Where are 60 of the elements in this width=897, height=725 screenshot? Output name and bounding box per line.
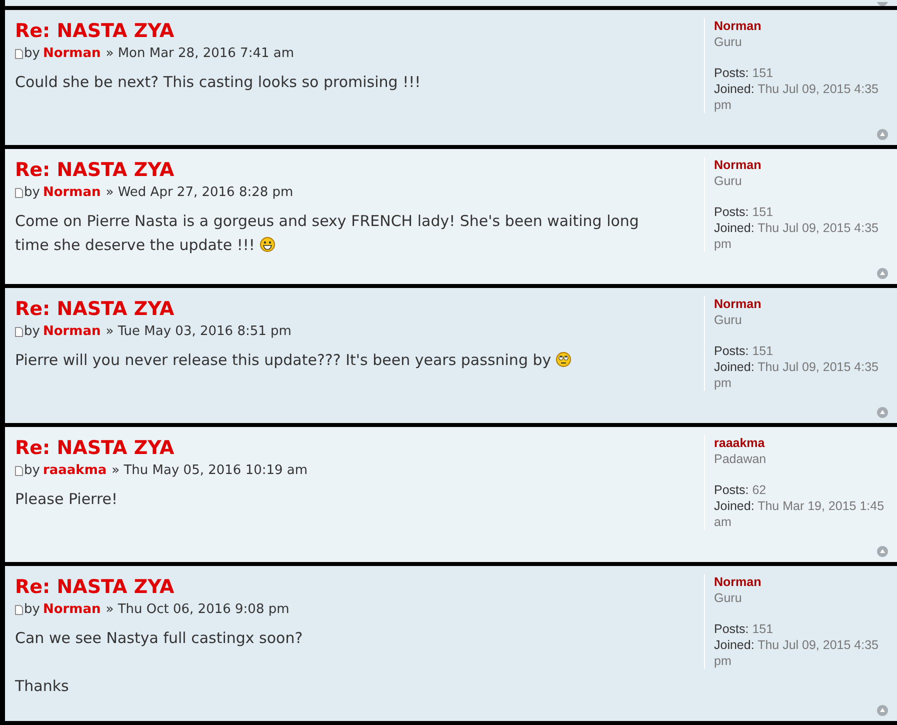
user-rank: Guru [714, 173, 743, 189]
post-text: time she deserve the update !!! [15, 236, 255, 254]
user-rank: Padawan [714, 451, 768, 467]
back-to-top-icon[interactable] [877, 2, 888, 6]
author-link[interactable]: raaakma [42, 463, 107, 478]
post-count-info: Posts: 151 [714, 621, 774, 637]
joined-info: Joined: Thu Jul 09, 2015 4:35 pm [714, 81, 880, 113]
joined-info: Joined: Thu Jul 09, 2015 4:35 pm [714, 637, 880, 669]
by-label: by [24, 185, 40, 200]
profile-username[interactable]: Norman [714, 18, 897, 34]
post-title[interactable]: Re: NASTA ZYA [15, 296, 696, 322]
back-to-top-icon[interactable] [877, 705, 888, 716]
post-text: Could she be next? This casting looks so promising !!! [15, 73, 421, 91]
by-label: by [24, 463, 40, 478]
joined-info: Joined: Thu Jul 09, 2015 4:35 pm [714, 220, 880, 252]
post-text: Come on Pierre Nasta is a gorgeus and sexy FRENCH lady! She's been waiting long [15, 212, 639, 230]
post-icon[interactable] [15, 188, 23, 198]
post-date: » Thu May 05, 2016 10:19 am [112, 463, 308, 478]
post-text: Thanks [15, 677, 69, 695]
profile-username[interactable]: Norman [714, 157, 897, 173]
post-icon[interactable] [15, 48, 23, 58]
post-date: » Wed Apr 27, 2016 8:28 pm [106, 185, 294, 200]
post-date: » Thu Oct 06, 2016 9:08 pm [106, 602, 290, 617]
author-link[interactable]: Norman [42, 602, 101, 617]
back-to-top-icon[interactable] [877, 407, 888, 418]
author-link[interactable]: Norman [42, 46, 101, 61]
author-link[interactable]: Norman [42, 185, 101, 200]
post-title[interactable]: Re: NASTA ZYA [15, 435, 696, 461]
author-link[interactable]: Norman [42, 324, 101, 339]
profile-username[interactable]: Norman [714, 296, 897, 312]
joined-info: Joined: Thu Jul 09, 2015 4:35 pm [714, 359, 880, 391]
post-title[interactable]: Re: NASTA ZYA [15, 574, 696, 600]
user-rank: Guru [714, 34, 743, 50]
user-rank: Guru [714, 590, 743, 606]
grinning-smiley-icon [260, 237, 275, 252]
post-icon[interactable] [15, 604, 23, 614]
eye-rolling-smiley-icon [556, 352, 571, 367]
post-text: Pierre will you never release this update??? It's been years passning by [15, 351, 552, 369]
post-count-info: Posts: 62 [714, 482, 768, 498]
post-date: » Tue May 03, 2016 8:51 pm [106, 324, 292, 339]
post-title[interactable]: Re: NASTA ZYA [15, 157, 696, 183]
back-to-top-icon[interactable] [877, 129, 888, 140]
by-label: by [24, 602, 40, 617]
post-icon[interactable] [15, 326, 23, 336]
post-icon[interactable] [15, 466, 23, 476]
by-label: by [24, 324, 40, 339]
profile-username[interactable]: raaakma [714, 435, 897, 451]
profile-username[interactable]: Norman [714, 574, 897, 590]
post-count-info: Posts: 151 [714, 343, 774, 359]
post-count-info: Posts: 151 [714, 204, 774, 220]
post-title[interactable]: Re: NASTA ZYA [15, 18, 696, 44]
user-rank: Guru [714, 312, 743, 328]
post-text: Can we see Nastya full castingx soon? [15, 629, 303, 647]
by-label: by [24, 46, 40, 61]
back-to-top-icon[interactable] [877, 268, 888, 279]
joined-info: Joined: Thu Mar 19, 2015 1:45 am [714, 498, 886, 530]
back-to-top-icon[interactable] [877, 546, 888, 557]
post-count-info: Posts: 151 [714, 65, 774, 81]
post-date: » Mon Mar 28, 2016 7:41 am [106, 46, 294, 61]
post-text: Please Pierre! [15, 490, 118, 508]
